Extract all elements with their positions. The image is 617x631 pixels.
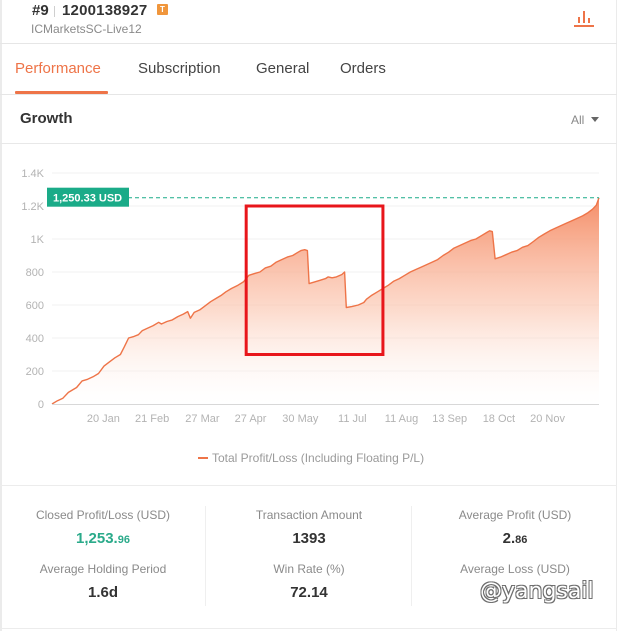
account-number: 1200138927 bbox=[62, 2, 148, 19]
stats-panel: Closed Profit/Loss (USD) 1,253.96 Averag… bbox=[0, 486, 617, 631]
range-dropdown[interactable]: All bbox=[571, 113, 584, 127]
current-value-text: 1,250.33 USD bbox=[53, 193, 122, 205]
transaction-amount-value: 1393 bbox=[292, 530, 326, 547]
y-tick-label: 600 bbox=[26, 300, 44, 312]
legend-label: Total Profit/Loss (Including Floating P/… bbox=[212, 451, 425, 465]
transaction-amount-label: Transaction Amount bbox=[255, 508, 363, 522]
avg-profit-decimals: 86 bbox=[515, 534, 528, 546]
current-value-label: 1,250.33 USD bbox=[47, 187, 129, 207]
growth-section-header: Growth All bbox=[0, 96, 617, 144]
closed-pl-label: Closed Profit/Loss (USD) bbox=[35, 508, 171, 522]
watermark: @yangsail bbox=[480, 579, 594, 604]
x-tick-label: 20 Nov bbox=[530, 413, 565, 425]
stats-separator bbox=[411, 506, 412, 606]
chart-view-button[interactable] bbox=[570, 4, 598, 28]
x-tick-label: 13 Sep bbox=[432, 413, 467, 425]
account-type-badge: T bbox=[157, 4, 168, 15]
tab-orders[interactable]: Orders bbox=[340, 60, 386, 77]
win-rate-value: 72.14 bbox=[290, 584, 328, 601]
y-tick-label: 1.2K bbox=[21, 201, 44, 213]
win-rate-label: Win Rate (%) bbox=[273, 562, 345, 576]
avg-profit-label: Average Profit (USD) bbox=[458, 508, 572, 522]
account-server: ICMarketsSC-Live12 bbox=[31, 22, 142, 36]
caret-down-icon[interactable] bbox=[591, 117, 599, 122]
tab-general[interactable]: General bbox=[256, 60, 309, 77]
x-tick-label: 27 Mar bbox=[185, 413, 220, 425]
growth-title: Growth bbox=[20, 110, 73, 127]
x-tick-label: 27 Apr bbox=[235, 413, 267, 425]
x-tick-label: 11 Jul bbox=[338, 413, 367, 425]
x-tick-label: 11 Aug bbox=[385, 413, 418, 425]
growth-chart: 0 200 400 600 800 1K 1.2K 1.4K 20 Jan 21 Feb 27 M… bbox=[21, 168, 600, 425]
avg-profit-main: 2. bbox=[502, 530, 516, 547]
y-tick-label: 400 bbox=[26, 333, 44, 345]
tab-subscription[interactable]: Subscription bbox=[138, 60, 221, 77]
header-separator bbox=[54, 6, 55, 17]
stats-column-1: Closed Profit/Loss (USD) 1,253.96 Averag… bbox=[8, 508, 198, 604]
stats-separator bbox=[205, 506, 206, 606]
x-tick-label: 20 Jan bbox=[87, 413, 120, 425]
x-tick-label: 30 May bbox=[282, 413, 319, 425]
account-rank: #9 bbox=[32, 2, 49, 19]
y-tick-label: 0 bbox=[38, 399, 44, 411]
avg-profit-value: 2.86 bbox=[420, 528, 610, 550]
closed-pl-decimals: 96 bbox=[117, 534, 130, 546]
y-tick-label: 200 bbox=[26, 366, 44, 378]
avg-holding-label: Average Holding Period bbox=[39, 562, 167, 576]
bar-chart-icon bbox=[574, 11, 594, 27]
y-tick-label: 1K bbox=[31, 234, 45, 246]
stats-column-2: Transaction Amount 1393 Win Rate (%) 72.… bbox=[214, 508, 404, 604]
avg-holding-value: 1.6d bbox=[87, 584, 118, 601]
tab-performance[interactable]: Performance bbox=[15, 60, 101, 77]
legend-swatch bbox=[198, 457, 208, 459]
avg-loss-label: Average Loss (USD) bbox=[460, 562, 570, 576]
active-tab-indicator bbox=[15, 91, 108, 94]
y-tick-label: 800 bbox=[26, 267, 44, 279]
growth-area-fill bbox=[52, 197, 599, 404]
account-header: #9 1200138927 T ICMarketsSC-Live12 bbox=[0, 0, 617, 44]
closed-pl-value: 1,253.96 bbox=[8, 528, 198, 550]
bottom-border bbox=[0, 628, 617, 629]
tab-bar: Performance Subscription General Orders bbox=[0, 45, 617, 95]
y-tick-label: 1.4K bbox=[21, 168, 44, 180]
x-tick-label: 18 Oct bbox=[483, 413, 515, 425]
x-tick-label: 21 Feb bbox=[135, 413, 169, 425]
closed-pl-main: 1,253. bbox=[76, 530, 118, 547]
